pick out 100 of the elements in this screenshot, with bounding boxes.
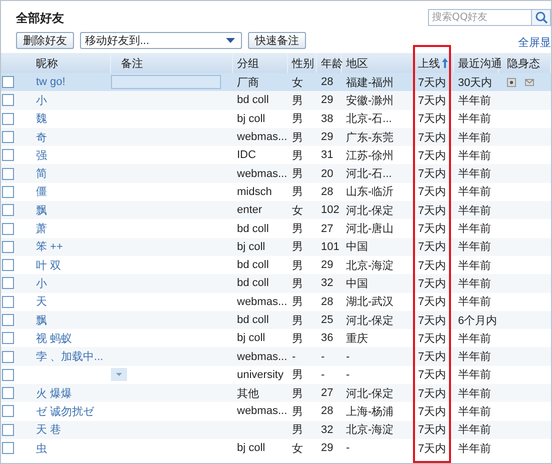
nickname-link[interactable]: 叶 双 — [36, 258, 62, 273]
friend-row[interactable]: 萧 bd coll 男 27 河北-唐山 7天内 半年前 — [1, 219, 551, 238]
table-cell-text: 7天内 — [418, 442, 446, 456]
row-checkbox[interactable] — [2, 94, 14, 106]
nickname-link[interactable]: 萧 — [36, 221, 47, 236]
row-checkbox[interactable] — [2, 186, 14, 198]
friend-row[interactable]: 视 蚂蚁 bj coll 男 36 重庆 7天内 半年前 — [1, 329, 551, 348]
friend-row[interactable]: tw go! 厂商 女 28 福建-福州 7天内 30天内 — [1, 73, 551, 92]
friend-row[interactable]: 天 巷 男 32 北京-海淀 7天内 半年前 — [1, 420, 551, 439]
nickname-link[interactable]: 魏 — [36, 111, 47, 126]
row-checkbox[interactable] — [2, 405, 14, 418]
row-checkbox[interactable] — [2, 222, 14, 235]
table-cell-text: 半年前 — [458, 350, 491, 364]
table-cell: 27 — [321, 222, 334, 235]
friend-row[interactable]: university 男 - - 7天内 半年前 — [1, 366, 551, 384]
table-cell-text: 半年前 — [458, 222, 491, 236]
table-cell-text: 男 — [292, 386, 303, 401]
table-cell: 38 — [321, 112, 334, 125]
table-cell-text: 男 — [292, 148, 303, 163]
table-cell-text: 7天内 — [418, 350, 446, 364]
nickname-link[interactable]: 虫 — [36, 440, 47, 456]
nickname-link[interactable]: 天 — [36, 294, 47, 310]
table-cell-text: 河北-保定 — [346, 204, 394, 218]
row-checkbox[interactable] — [2, 368, 14, 381]
search-field[interactable]: 搜索QQ好友 — [428, 9, 532, 26]
friend-row[interactable]: 小 bd coll 男 29 安徽-滁州 7天内 半年前 — [1, 91, 551, 110]
row-checkbox[interactable] — [2, 442, 14, 454]
nickname-link[interactable]: 天 巷 — [36, 422, 62, 438]
row-checkbox[interactable] — [2, 387, 14, 400]
friend-row[interactable]: 飘 bd coll 男 25 河北-保定 7天内 6个月内 — [1, 310, 551, 330]
table-cell-text: 6个月内 — [458, 314, 498, 328]
table-cell-text: 半年前 — [458, 368, 491, 382]
friend-row[interactable]: 僵 midsch 男 28 山东-临沂 7天内 半年前 — [1, 182, 551, 202]
table-cell-text: 7天内 — [418, 185, 446, 200]
row-checkbox[interactable] — [2, 168, 14, 180]
row-checkbox[interactable] — [2, 350, 14, 363]
nickname-link[interactable]: tw go! — [36, 76, 66, 88]
nickname-link[interactable]: 小 — [36, 276, 47, 291]
friend-row[interactable]: 笨 ++ bj coll 男 101 中国 7天内 半年前 — [1, 238, 551, 256]
table-cell: 28 — [321, 76, 334, 88]
row-checkbox[interactable] — [2, 204, 14, 216]
nickname-link[interactable]: 简 — [36, 166, 47, 182]
fullscreen-link[interactable]: 全屏显 — [518, 35, 551, 50]
row-checkbox[interactable] — [2, 259, 14, 272]
friend-row[interactable]: 飘 enter 女 102 河北-保定 7天内 半年前 — [1, 201, 551, 220]
table-cell-text: 厂商 — [237, 76, 259, 90]
nickname-link[interactable]: 飘 — [36, 202, 47, 218]
table-cell: bj coll — [237, 442, 266, 454]
friend-row[interactable]: ゼ 诚勿扰ゼ webmas... 男 28 上海-杨浦 7天内 半年前 — [1, 402, 551, 421]
envelope-icon[interactable] — [525, 78, 534, 87]
friend-row[interactable]: 天 webmas... 男 28 湖北-武汉 7天内 半年前 — [1, 292, 551, 311]
nickname-link[interactable]: 孛 、加载中... — [36, 349, 104, 364]
nickname-link[interactable]: 奇 — [36, 130, 47, 145]
table-cell-text: 7天内 — [418, 276, 446, 291]
row-checkbox[interactable] — [2, 131, 14, 144]
friend-row[interactable]: 奇 webmas... 男 29 广东-东莞 7天内 半年前 — [1, 128, 551, 146]
row-checkbox[interactable] — [2, 112, 14, 125]
row-checkbox[interactable] — [2, 240, 14, 253]
nickname-link[interactable]: 强 — [36, 148, 47, 163]
friend-row[interactable]: 小 bd coll 男 32 中国 7天内 半年前 — [1, 274, 551, 293]
nickname-link[interactable]: 僵 — [36, 184, 47, 200]
friend-row[interactable]: 魏 bj coll 男 38 北京-石... 7天内 半年前 — [1, 110, 551, 128]
delete-friend-button[interactable]: 删除好友 — [16, 32, 74, 49]
friend-row[interactable]: 简 webmas... 男 20 河北-石... 7天内 半年前 — [1, 164, 551, 183]
table-cell-text: 7天内 — [418, 258, 446, 273]
friend-row[interactable]: 叶 双 bd coll 男 29 北京-海淀 7天内 半年前 — [1, 256, 551, 274]
nickname-link[interactable]: 小 — [36, 92, 47, 108]
nickname-link[interactable]: 火 爆爆 — [36, 386, 72, 401]
friend-row[interactable]: 孛 、加载中... webmas... - - - 7天内 半年前 — [1, 347, 551, 366]
table-cell-text: 男 — [292, 423, 303, 438]
table-cell-text: 7天内 — [418, 112, 446, 126]
move-to-dropdown[interactable]: 移动好友到... — [80, 32, 242, 49]
nickname-link[interactable]: 飘 — [36, 312, 47, 328]
table-cell-text: 半年前 — [458, 258, 491, 273]
table-cell: 27 — [321, 387, 334, 400]
row-checkbox[interactable] — [2, 76, 14, 88]
friend-row[interactable]: 强 IDC 男 31 江苏-徐州 7天内 半年前 — [1, 146, 551, 164]
table-cell: 32 — [321, 277, 334, 290]
friend-row[interactable]: 虫 bj coll 女 29 - 7天内 半年前 — [1, 438, 551, 458]
table-cell: midsch — [237, 186, 272, 198]
row-checkbox[interactable] — [2, 332, 14, 344]
friend-row[interactable]: 火 爆爆 其他 男 27 河北-保定 7天内 半年前 — [1, 384, 551, 402]
nickname-link[interactable]: 视 蚂蚁 — [36, 330, 72, 346]
row-checkbox[interactable] — [2, 277, 14, 290]
remark-field[interactable] — [111, 75, 221, 90]
eye-icon[interactable] — [507, 78, 516, 87]
row-checkbox[interactable] — [2, 149, 14, 162]
nickname-link[interactable]: 笨 ++ — [36, 239, 63, 254]
table-cell-text: 男 — [292, 368, 303, 382]
table-cell-text: 河北-石... — [346, 167, 392, 182]
row-checkbox[interactable] — [2, 314, 14, 326]
quick-remark-button[interactable]: 快速备注 — [248, 32, 306, 49]
search-button[interactable] — [532, 9, 551, 26]
table-cell-text: 山东-临沂 — [346, 184, 394, 200]
nickname-link[interactable]: ゼ 诚勿扰ゼ — [36, 404, 94, 419]
table-cell-text: 半年前 — [458, 423, 491, 438]
row-checkbox[interactable] — [2, 296, 14, 308]
caret-icon — [226, 38, 235, 43]
row-checkbox[interactable] — [2, 424, 14, 436]
table-cell-text: 30天内 — [458, 76, 492, 90]
